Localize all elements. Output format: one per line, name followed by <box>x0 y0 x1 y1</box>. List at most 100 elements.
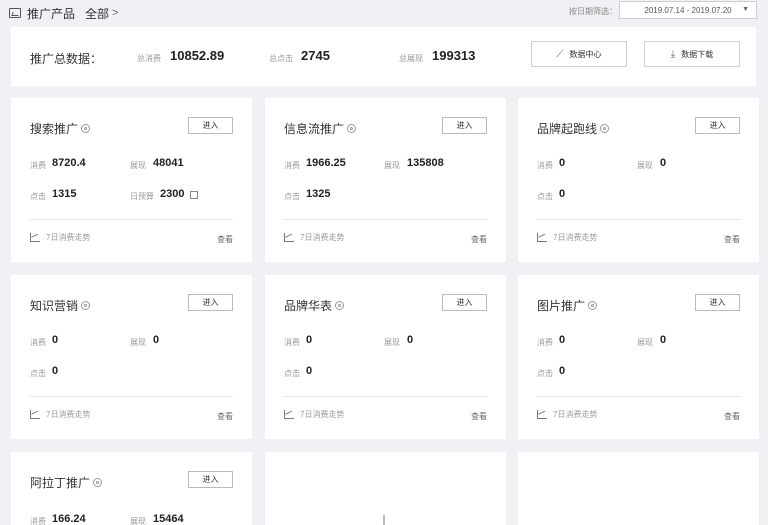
trend-label: 7日消费走势 <box>300 233 345 242</box>
clicks-value: 0 <box>559 365 566 377</box>
impressions-label: 展现 <box>130 338 146 347</box>
spend-label: 消费 <box>537 161 553 170</box>
impressions-label: 展现 <box>130 161 146 170</box>
trend-link[interactable]: 7日消费走势 <box>537 409 597 420</box>
clicks-value: 1325 <box>306 188 331 200</box>
impressions-value: 135808 <box>407 157 444 169</box>
trend-link[interactable]: 7日消费走势 <box>30 232 90 243</box>
impressions-value: 0 <box>660 157 667 169</box>
card-knowledge-marketing: 知识营销 进入 消费 0 展现 0 点击 0 7日消费走势 查看 <box>11 275 252 439</box>
chevron-right-icon[interactable]: > <box>112 7 118 19</box>
total-impressions-label: 总展现 <box>399 54 423 63</box>
impressions-value: 15464 <box>153 513 184 525</box>
view-link[interactable]: 查看 <box>471 234 487 245</box>
card-title: 搜索推广 <box>30 122 79 136</box>
trend-icon <box>537 410 547 419</box>
trend-link[interactable]: 7日消费走势 <box>284 232 344 243</box>
card-title: 品牌起跑线 <box>537 122 598 136</box>
enter-button[interactable]: 进入 <box>188 294 233 311</box>
settings-icon[interactable] <box>335 301 345 310</box>
date-range-picker[interactable]: 2019.07.14 - 2019.07.20 ▼ <box>619 1 757 19</box>
card-feed-promotion: 信息流推广 进入 消费 1966.25 展现 135808 点击 1325 7日… <box>265 98 506 262</box>
trend-label: 7日消费走势 <box>300 410 345 419</box>
spend-label: 消费 <box>30 161 46 170</box>
clicks-label: 点击 <box>30 369 46 378</box>
trend-icon <box>537 233 547 242</box>
spend-value: 8720.4 <box>52 157 86 169</box>
view-link[interactable]: 查看 <box>471 411 487 422</box>
clicks-label: 点击 <box>284 192 300 201</box>
trend-link[interactable]: 7日消费走势 <box>284 409 344 420</box>
product-filter[interactable]: 全部 <box>85 5 109 22</box>
impressions-label: 展现 <box>637 338 653 347</box>
data-download-label: 数据下载 <box>681 49 714 59</box>
total-impressions-value: 199313 <box>432 48 476 63</box>
view-link[interactable]: 查看 <box>217 411 233 422</box>
total-clicks-label: 总点击 <box>269 54 293 63</box>
card-search-promotion: 搜索推广 进入 消费 8720.4 展现 48041 点击 1315 日预算 2… <box>11 98 252 262</box>
spend-value: 166.24 <box>52 513 86 525</box>
date-range-value: 2019.07.14 - 2019.07.20 <box>644 5 732 15</box>
settings-icon[interactable] <box>600 124 610 133</box>
enter-button[interactable]: 进入 <box>442 294 487 311</box>
download-icon: ⤓ <box>670 48 676 60</box>
clicks-label: 点击 <box>30 192 46 201</box>
clicks-value: 1315 <box>52 188 77 200</box>
enter-button[interactable]: 进入 <box>695 117 740 134</box>
spend-value: 0 <box>306 334 313 346</box>
spend-label: 消费 <box>30 338 46 347</box>
impressions-value: 48041 <box>153 157 184 169</box>
page-title: 推广产品 <box>27 6 76 21</box>
trend-icon <box>30 233 40 242</box>
spend-value: 0 <box>559 157 566 169</box>
card-image-promotion: 图片推广 进入 消费 0 展现 0 点击 0 7日消费走势 查看 <box>518 275 759 439</box>
card-title: 知识营销 <box>30 299 79 313</box>
divider <box>284 396 487 397</box>
data-download-button[interactable]: ⤓ 数据下载 <box>644 41 740 67</box>
settings-icon[interactable] <box>588 301 598 310</box>
settings-icon[interactable] <box>81 301 91 310</box>
clicks-value: 0 <box>559 188 566 200</box>
daily-budget-value: 2300 <box>160 188 185 200</box>
trend-label: 7日消费走势 <box>46 410 91 419</box>
view-link[interactable]: 查看 <box>217 234 233 245</box>
divider <box>30 396 233 397</box>
data-center-button[interactable]: ⟋ 数据中心 <box>531 41 627 67</box>
settings-icon[interactable] <box>93 478 103 487</box>
summary-panel: 推广总数据： 总消费 10852.89 总点击 2745 总展现 199313 … <box>11 27 756 86</box>
trend-link[interactable]: 7日消费走势 <box>537 232 597 243</box>
clicks-label: 点击 <box>537 369 553 378</box>
divider <box>537 396 740 397</box>
spend-label: 消费 <box>537 338 553 347</box>
impressions-value: 0 <box>407 334 414 346</box>
enter-button[interactable]: 进入 <box>188 117 233 134</box>
summary-title: 推广总数据： <box>30 52 103 66</box>
trend-label: 7日消费走势 <box>553 233 598 242</box>
impressions-label: 展现 <box>384 161 400 170</box>
card-title: 图片推广 <box>537 299 586 313</box>
total-spend-label: 总消费 <box>137 54 161 63</box>
edit-icon[interactable] <box>190 191 198 199</box>
settings-icon[interactable] <box>81 124 91 133</box>
enter-button[interactable]: 进入 <box>695 294 740 311</box>
card-title: 品牌华表 <box>284 299 333 313</box>
view-link[interactable]: 查看 <box>724 234 740 245</box>
spend-label: 消费 <box>284 338 300 347</box>
trend-label: 7日消费走势 <box>46 233 91 242</box>
total-spend-value: 10852.89 <box>170 48 225 63</box>
chart-icon <box>9 8 21 18</box>
total-clicks-value: 2745 <box>301 48 330 63</box>
impressions-label: 展现 <box>637 161 653 170</box>
card-brand-huabiao: 品牌华表 进入 消费 0 展现 0 点击 0 7日消费走势 查看 <box>265 275 506 439</box>
trend-link[interactable]: 7日消费走势 <box>30 409 90 420</box>
view-link[interactable]: 查看 <box>724 411 740 422</box>
trend-icon <box>284 410 294 419</box>
settings-icon[interactable] <box>347 124 357 133</box>
scroll-marker <box>383 515 385 525</box>
spend-label: 消费 <box>30 517 46 525</box>
spend-value: 0 <box>52 334 59 346</box>
enter-button[interactable]: 进入 <box>442 117 487 134</box>
enter-button[interactable]: 进入 <box>188 471 233 488</box>
impressions-label: 展现 <box>130 517 146 525</box>
spend-label: 消费 <box>284 161 300 170</box>
